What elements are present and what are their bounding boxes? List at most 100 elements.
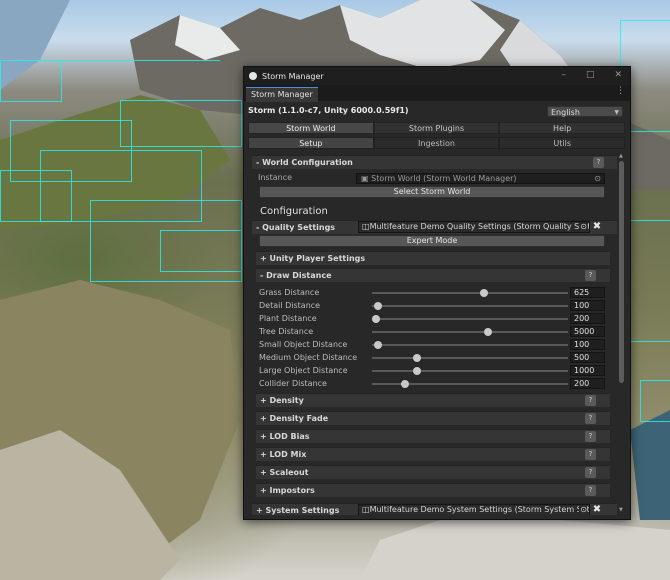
slider-label: Large Object Distance [259, 366, 348, 375]
tab-ingestion[interactable]: Ingestion [373, 137, 500, 149]
minimize-icon[interactable]: – [561, 70, 566, 80]
slider-value-field[interactable]: 5000 [570, 326, 605, 337]
help-icon[interactable]: ? [585, 395, 596, 406]
collapsed-section-header[interactable]: + LOD Mix? [256, 447, 610, 461]
help-icon[interactable]: ? [593, 157, 604, 168]
quality-settings-field[interactable]: ◫Multifeature Demo Quality Settings (Sto… [358, 221, 590, 233]
slider-row: Collider Distance 200 [252, 377, 617, 390]
unity-player-settings-header[interactable]: + Unity Player Settings [256, 251, 610, 265]
slider-row: Tree Distance 5000 [252, 325, 617, 338]
help-icon[interactable]: ? [585, 485, 596, 496]
language-value: English [551, 108, 580, 117]
slider-value-field[interactable]: 1000 [570, 365, 605, 376]
help-icon[interactable]: ? [585, 413, 596, 424]
slider-track[interactable] [372, 341, 568, 349]
instance-field[interactable]: ▣ Storm World (Storm World Manager) ⊙ [356, 173, 605, 184]
language-dropdown[interactable]: English ▼ [547, 106, 623, 117]
scrollbar-thumb[interactable] [619, 161, 624, 383]
slider-handle[interactable] [373, 341, 382, 349]
slider-track[interactable] [372, 289, 568, 297]
slider-row: Grass Distance 625 [252, 286, 617, 299]
slider-value-field[interactable]: 100 [570, 300, 605, 311]
wireframe-box [0, 170, 72, 222]
unity-app-icon [249, 72, 257, 80]
tab-setup[interactable]: Setup [248, 137, 374, 149]
slider-track[interactable] [372, 302, 568, 310]
section-label: + System Settings [256, 506, 340, 515]
section-label: + Impostors [260, 486, 315, 495]
help-icon[interactable]: ? [585, 431, 596, 442]
slider-handle[interactable] [371, 315, 380, 323]
slider-label: Small Object Distance [259, 340, 348, 349]
section-label: + Density Fade [260, 414, 329, 423]
help-icon[interactable]: ? [585, 467, 596, 478]
tab-utils[interactable]: Utils [499, 137, 626, 149]
slider-handle[interactable] [413, 367, 422, 375]
instance-label: Instance [258, 173, 293, 182]
section-label: + Scaleout [260, 468, 309, 477]
world-configuration-header[interactable]: - World Configuration ? [252, 155, 617, 169]
collapsed-section-header[interactable]: + LOD Bias? [256, 429, 610, 443]
slider-track[interactable] [371, 315, 568, 323]
wireframe-box [630, 220, 670, 342]
target-icon[interactable]: ⊙ [594, 174, 601, 183]
section-label: - Draw Distance [260, 271, 332, 280]
section-label: + LOD Mix [260, 450, 307, 459]
storm-manager-window: Storm Manager – □ ✕ Storm Manager ⋮ Stor… [243, 66, 631, 520]
target-icon[interactable]: ⊙ [579, 222, 587, 232]
help-icon[interactable]: ? [585, 449, 596, 460]
slider-row: Medium Object Distance 500 [252, 351, 617, 364]
draw-distance-header[interactable]: - Draw Distance ? [256, 268, 610, 282]
settings-asset-icon: ◫ [362, 505, 370, 514]
slider-label: Tree Distance [259, 327, 314, 336]
collapsed-section-header[interactable]: + Impostors? [256, 483, 610, 497]
tab-storm-manager[interactable]: Storm Manager [246, 87, 318, 102]
settings-asset-icon: ◫ [362, 222, 370, 231]
slider-value-field[interactable]: 200 [570, 378, 605, 389]
slider-track[interactable] [372, 354, 568, 362]
slider-row: Plant Distance 200 [252, 312, 617, 325]
wrench-icon[interactable]: ✖ [591, 504, 603, 515]
slider-track[interactable] [372, 380, 568, 388]
wireframe-box [20, 60, 220, 62]
quality-settings-value: Multifeature Demo Quality Settings (Stor… [369, 222, 590, 231]
system-settings-field[interactable]: ◫Multifeature Demo System Settings (Stor… [358, 504, 590, 515]
slider-value-field[interactable]: 625 [570, 287, 605, 298]
tab-storm-plugins[interactable]: Storm Plugins [373, 122, 500, 134]
slider-handle[interactable] [483, 328, 492, 336]
editor-tab-strip: Storm Manager ⋮ [244, 85, 630, 102]
slider-value-field[interactable]: 500 [570, 352, 605, 363]
more-options-icon[interactable]: ⋮ [616, 86, 625, 96]
slider-handle[interactable] [413, 354, 422, 362]
chevron-down-icon: ▼ [614, 109, 619, 116]
slider-row: Large Object Distance 1000 [252, 364, 617, 377]
slider-handle[interactable] [401, 380, 410, 388]
collapsed-section-header[interactable]: + Density Fade? [256, 411, 610, 425]
section-label: + LOD Bias [260, 432, 310, 441]
scroll-down-icon[interactable]: ▼ [619, 507, 623, 513]
slider-value-field[interactable]: 100 [570, 339, 605, 350]
slider-track[interactable] [372, 367, 568, 375]
expert-mode-button[interactable]: Expert Mode [259, 235, 605, 247]
slider-track[interactable] [372, 328, 568, 336]
maximize-icon[interactable]: □ [586, 70, 595, 80]
collapsed-section-header[interactable]: + Density? [256, 393, 610, 407]
vertical-scrollbar[interactable]: ▲ ▼ [618, 153, 626, 515]
slider-value-field[interactable]: 200 [570, 313, 605, 324]
close-icon[interactable]: ✕ [614, 70, 622, 80]
target-icon[interactable]: ⊙ [579, 505, 587, 515]
title-bar[interactable]: Storm Manager – □ ✕ [244, 67, 630, 85]
slider-label: Collider Distance [259, 379, 327, 388]
select-storm-world-button[interactable]: Select Storm World [259, 186, 605, 198]
system-settings-value: Multifeature Demo System Settings (Storm… [369, 505, 590, 514]
tab-storm-world[interactable]: Storm World [248, 122, 374, 134]
slider-handle[interactable] [479, 289, 488, 297]
collapsed-section-header[interactable]: + Scaleout? [256, 465, 610, 479]
slider-handle[interactable] [373, 302, 382, 310]
section-label: - World Configuration [256, 158, 353, 167]
help-icon[interactable]: ? [585, 270, 596, 281]
section-label: + Unity Player Settings [260, 254, 366, 263]
tab-help[interactable]: Help [499, 122, 626, 134]
wrench-icon[interactable]: ✖ [591, 221, 603, 233]
scroll-up-icon[interactable]: ▲ [619, 153, 623, 159]
